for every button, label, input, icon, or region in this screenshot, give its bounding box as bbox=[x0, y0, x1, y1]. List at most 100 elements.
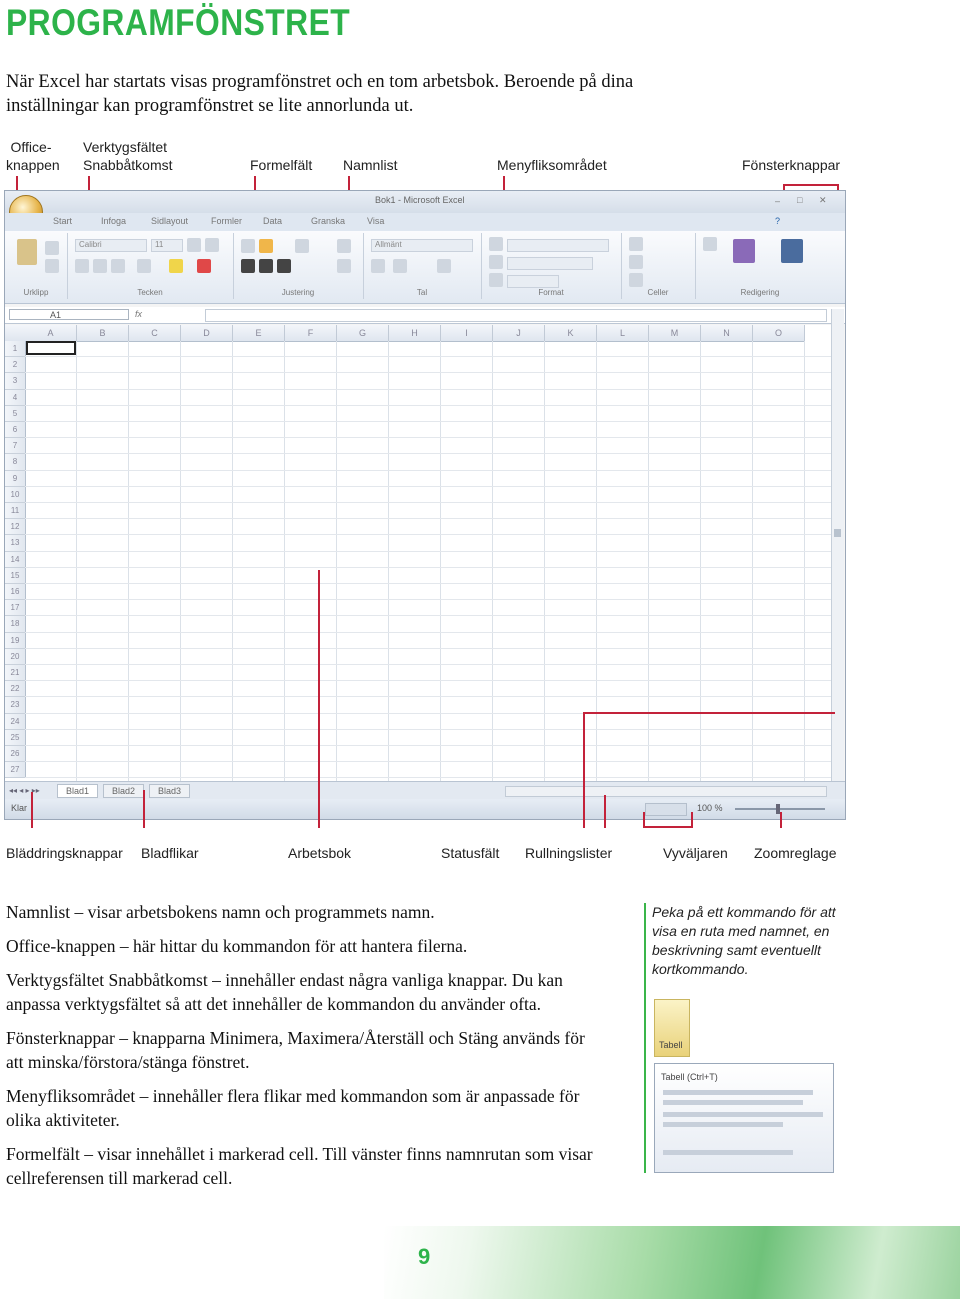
close-icon[interactable]: ✕ bbox=[819, 195, 827, 206]
zoom-slider[interactable] bbox=[735, 808, 825, 810]
currency-icon[interactable] bbox=[371, 259, 385, 273]
row-header[interactable]: 12 bbox=[5, 519, 26, 536]
tab-view[interactable]: Visa bbox=[367, 216, 384, 226]
merge-icon[interactable] bbox=[337, 259, 351, 273]
minimize-icon[interactable]: – bbox=[775, 196, 780, 206]
row-header[interactable]: 25 bbox=[5, 729, 26, 746]
italic-icon[interactable] bbox=[93, 259, 107, 273]
insert-cells-icon[interactable] bbox=[629, 237, 643, 251]
percent-icon[interactable] bbox=[393, 259, 407, 273]
column-header[interactable]: C bbox=[129, 325, 181, 342]
row-header[interactable]: 19 bbox=[5, 632, 26, 649]
column-header[interactable]: J bbox=[493, 325, 545, 342]
row-header[interactable]: 4 bbox=[5, 389, 26, 406]
help-icon[interactable]: ? bbox=[775, 216, 780, 226]
decimal-icon[interactable] bbox=[437, 259, 451, 273]
active-cell[interactable] bbox=[26, 341, 76, 356]
wrap-text-icon[interactable] bbox=[337, 239, 351, 253]
row-header[interactable]: 18 bbox=[5, 616, 26, 633]
row-header[interactable]: 13 bbox=[5, 535, 26, 552]
delete-cells-icon[interactable] bbox=[629, 255, 643, 269]
column-header[interactable]: N bbox=[701, 325, 753, 342]
formula-input[interactable] bbox=[205, 309, 827, 322]
row-header[interactable]: 7 bbox=[5, 438, 26, 455]
row-header[interactable]: 21 bbox=[5, 665, 26, 682]
column-header[interactable]: K bbox=[545, 325, 597, 342]
column-header[interactable]: E bbox=[233, 325, 285, 342]
sheet-tab[interactable]: Blad1 bbox=[57, 784, 99, 798]
column-header[interactable]: D bbox=[181, 325, 233, 342]
row-header[interactable]: 11 bbox=[5, 503, 26, 520]
tab-formulas[interactable]: Formler bbox=[211, 216, 242, 226]
row-header[interactable]: 23 bbox=[5, 697, 26, 714]
sheet-tab[interactable]: Blad2 bbox=[103, 784, 145, 798]
format-table-icon[interactable] bbox=[489, 255, 503, 269]
column-header[interactable]: F bbox=[285, 325, 337, 342]
column-header[interactable]: I bbox=[441, 325, 493, 342]
row-header[interactable]: 9 bbox=[5, 470, 26, 487]
row-header[interactable]: 17 bbox=[5, 600, 26, 617]
row-header[interactable]: 14 bbox=[5, 551, 26, 568]
column-header[interactable]: H bbox=[389, 325, 441, 342]
row-header[interactable]: 16 bbox=[5, 584, 26, 601]
sheet-tab[interactable]: Blad3 bbox=[149, 784, 191, 798]
find-select-icon[interactable] bbox=[781, 239, 803, 263]
font-size-select[interactable]: 11 bbox=[151, 239, 183, 252]
row-header[interactable]: 20 bbox=[5, 648, 26, 665]
shrink-font-icon[interactable] bbox=[205, 238, 219, 252]
tab-start[interactable]: Start bbox=[53, 216, 72, 226]
name-box[interactable]: A1 bbox=[9, 309, 129, 320]
row-header[interactable]: 1 bbox=[5, 341, 26, 358]
column-header[interactable]: G bbox=[337, 325, 389, 342]
column-header[interactable]: M bbox=[649, 325, 701, 342]
cell-styles-button[interactable] bbox=[507, 275, 559, 288]
sort-filter-icon[interactable] bbox=[733, 239, 755, 263]
format-table-button[interactable] bbox=[507, 257, 593, 270]
font-color-icon[interactable] bbox=[197, 259, 211, 273]
tab-page-layout[interactable]: Sidlayout bbox=[151, 216, 188, 226]
horizontal-scrollbar[interactable] bbox=[505, 786, 827, 797]
number-format-select[interactable]: Allmänt bbox=[371, 239, 473, 252]
select-all-corner[interactable] bbox=[5, 325, 26, 342]
align-right-icon[interactable] bbox=[277, 259, 291, 273]
align-top-icon[interactable] bbox=[241, 239, 255, 253]
format-cells-icon[interactable] bbox=[629, 273, 643, 287]
row-header[interactable]: 2 bbox=[5, 357, 26, 374]
row-header[interactable]: 15 bbox=[5, 567, 26, 584]
align-middle-icon[interactable] bbox=[259, 239, 273, 253]
tab-data[interactable]: Data bbox=[263, 216, 282, 226]
conditional-format-button[interactable] bbox=[507, 239, 609, 252]
tab-insert[interactable]: Infoga bbox=[101, 216, 126, 226]
bold-icon[interactable] bbox=[75, 259, 89, 273]
conditional-format-icon[interactable] bbox=[489, 237, 503, 251]
border-icon[interactable] bbox=[137, 259, 151, 273]
underline-icon[interactable] bbox=[111, 259, 125, 273]
row-header[interactable]: 8 bbox=[5, 454, 26, 471]
align-left-icon[interactable] bbox=[241, 259, 255, 273]
cell-styles-icon[interactable] bbox=[489, 273, 503, 287]
browse-buttons[interactable]: ◂◂ ◂ ▸ ▸▸ bbox=[9, 786, 40, 795]
row-header[interactable]: 3 bbox=[5, 373, 26, 390]
align-center-icon[interactable] bbox=[259, 259, 273, 273]
view-buttons[interactable] bbox=[645, 803, 687, 816]
column-header[interactable]: B bbox=[77, 325, 129, 342]
sum-icon[interactable] bbox=[703, 237, 717, 251]
fill-color-icon[interactable] bbox=[169, 259, 183, 273]
row-header[interactable]: 6 bbox=[5, 422, 26, 439]
orientation-icon[interactable] bbox=[295, 239, 309, 253]
font-name-select[interactable]: Calibri bbox=[75, 239, 147, 252]
column-header[interactable]: A bbox=[25, 325, 77, 342]
maximize-icon[interactable]: □ bbox=[797, 195, 802, 205]
grow-font-icon[interactable] bbox=[187, 238, 201, 252]
copy-icon[interactable] bbox=[45, 259, 59, 273]
cut-icon[interactable] bbox=[45, 241, 59, 255]
tab-review[interactable]: Granska bbox=[311, 216, 345, 226]
vertical-scrollbar[interactable] bbox=[831, 309, 844, 781]
paste-icon[interactable] bbox=[17, 239, 37, 265]
row-header[interactable]: 22 bbox=[5, 681, 26, 698]
row-header[interactable]: 24 bbox=[5, 713, 26, 730]
fx-icon[interactable]: fx bbox=[135, 309, 142, 319]
row-header[interactable]: 10 bbox=[5, 486, 26, 503]
scroll-thumb[interactable] bbox=[834, 529, 841, 537]
column-header[interactable]: O bbox=[753, 325, 805, 342]
